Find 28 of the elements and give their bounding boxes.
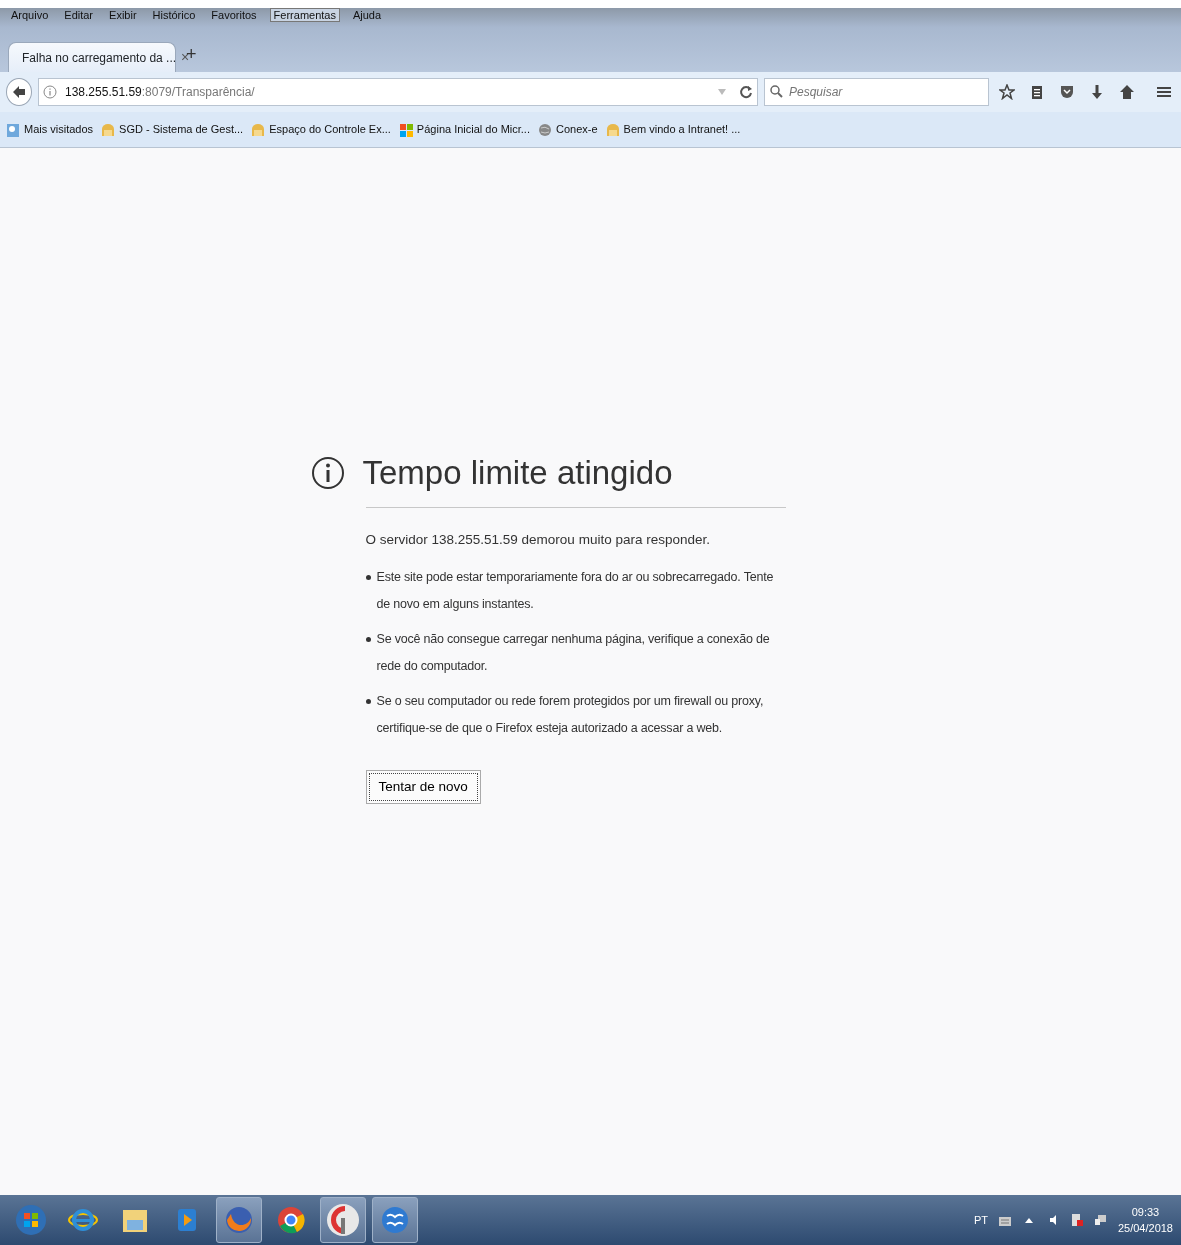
- tip-text: Se você não consegue carregar nenhuma página, verifique a conexão de rede do computador.: [376, 630, 771, 675]
- menu-item[interactable]: Ajuda: [349, 8, 385, 22]
- bookmark-item[interactable]: SGD - Sistema de Gest...: [101, 121, 244, 138]
- bookmark-item[interactable]: Mais visitados: [6, 121, 94, 138]
- tip-text: Se o seu computador ou rede forem protegidos por um firewall ou proxy, certifique-se de que o Firefox esteja autorizado a acessar a web.: [376, 692, 765, 737]
- retry-button[interactable]: Tentar de novo: [365, 769, 481, 805]
- language-indicator[interactable]: PT: [973, 1211, 988, 1229]
- bookmark-item[interactable]: Espaço do Controle Ex...: [251, 121, 391, 138]
- menu-item[interactable]: Favoritos: [208, 8, 260, 22]
- bookmark-item[interactable]: Página Inicial do Micr...: [398, 121, 530, 138]
- bookmark-item[interactable]: Bem vindo a Intranet! ...: [605, 121, 741, 138]
- menu-item[interactable]: Arquivo: [8, 8, 52, 22]
- clock[interactable]: 09:33 25/04/2018: [1117, 1204, 1173, 1236]
- menu-item[interactable]: Exibir: [106, 8, 140, 22]
- menu-item[interactable]: Editar: [61, 8, 97, 22]
- bookmark-item[interactable]: Conex-e: [538, 121, 598, 138]
- tip-text: Este site pode estar temporariamente fora do ar ou sobrecarregado. Tente de novo em alguns instantes.: [376, 568, 775, 613]
- clock-time: 09:33: [1131, 1205, 1160, 1220]
- menu-item[interactable]: Histórico: [149, 8, 199, 22]
- clock-date: 25/04/2018: [1117, 1221, 1173, 1236]
- tab-title: Falha no carregamento da ...: [22, 49, 177, 67]
- close-tab-button[interactable]: ×: [181, 47, 190, 68]
- address-bar[interactable]: 138.255.51.59:8079/Transparência/: [38, 78, 758, 106]
- url-text: 138.255.51.59:8079/Transparência/: [65, 84, 256, 101]
- error-title: Tempo limite atingido: [362, 453, 673, 493]
- error-message: O servidor 138.255.51.59 demorou muito para responder.: [365, 530, 711, 549]
- menu-item[interactable]: Ferramentas: [269, 8, 340, 22]
- search-field[interactable]: Pesquisar: [764, 78, 989, 106]
